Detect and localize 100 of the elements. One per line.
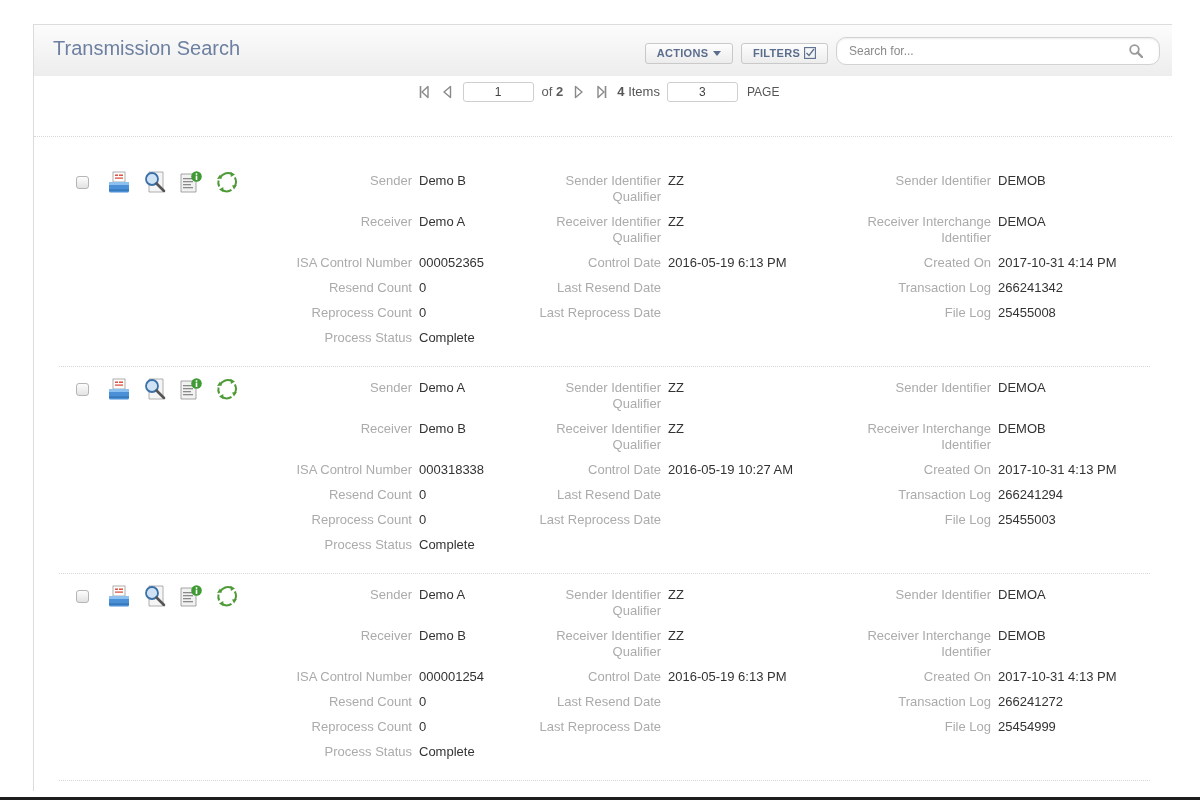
tray-icon[interactable] — [108, 378, 130, 400]
tray-icon[interactable] — [108, 171, 130, 193]
field-value: 0 — [419, 694, 427, 710]
field-label: Last Reprocess Date — [539, 719, 661, 735]
field-label: Reprocess Count — [311, 719, 412, 735]
refresh-icon[interactable] — [216, 378, 238, 400]
next-icon[interactable] — [574, 85, 585, 99]
search-icon[interactable] — [1129, 43, 1143, 58]
field-value: 2017-10-31 4:14 PM — [998, 255, 1117, 271]
field-label: Sender — [370, 380, 412, 396]
field-label: Transaction Log — [898, 487, 991, 503]
field-value: DEMOA — [998, 587, 1046, 603]
tray-icon[interactable] — [108, 585, 130, 607]
page-title: Transmission Search — [53, 36, 241, 60]
field-label: Receiver Identifier Qualifier — [555, 421, 661, 453]
refresh-icon[interactable] — [216, 171, 238, 193]
field-label: Receiver Interchange Identifier — [866, 421, 991, 453]
actions-button[interactable]: ACTIONS — [645, 42, 733, 64]
field-value: Complete — [419, 537, 475, 553]
field-label: Sender Identifier Qualifier — [564, 173, 661, 205]
field-value: 0 — [419, 280, 427, 296]
last-page-icon[interactable] — [597, 85, 608, 99]
field-label: Last Reprocess Date — [539, 512, 661, 528]
field-value: 0 — [419, 512, 427, 528]
field-label: Receiver Interchange Identifier — [866, 628, 991, 660]
field-value: 2017-10-31 4:13 PM — [998, 669, 1117, 685]
search-field[interactable]: Search for... — [836, 36, 1160, 65]
refresh-icon[interactable] — [216, 585, 238, 607]
field-value: ZZ — [668, 421, 684, 437]
field-label: Last Reprocess Date — [539, 305, 661, 321]
field-value: 0 — [419, 719, 427, 735]
checkbox[interactable] — [76, 589, 89, 603]
field-label: ISA Control Number — [296, 669, 412, 685]
page-count: of 2 — [541, 83, 564, 102]
field-label: Resend Count — [328, 487, 412, 503]
field-label: Process Status — [324, 744, 412, 760]
field-value: DEMOA — [998, 214, 1046, 230]
field-value: Demo B — [419, 421, 466, 437]
field-value: 000318338 — [419, 462, 485, 478]
field-label: File Log — [944, 512, 991, 528]
page-size-label: PAGE — [746, 84, 780, 101]
field-value: ZZ — [668, 173, 684, 189]
field-value: ZZ — [668, 214, 684, 230]
field-label: Control Date — [588, 669, 661, 685]
page-size-field[interactable]: 3 — [666, 82, 738, 102]
field-label: Sender Identifier — [895, 173, 991, 189]
field-value: ZZ — [668, 628, 684, 644]
field-value: ZZ — [668, 380, 684, 396]
field-value: Demo A — [419, 380, 466, 396]
item-count: 4 Items — [617, 83, 660, 102]
field-label: Sender Identifier — [895, 380, 991, 396]
field-value: 266241294 — [998, 487, 1064, 503]
previous-icon[interactable] — [441, 85, 452, 99]
field-label: Receiver Identifier Qualifier — [555, 628, 661, 660]
checkbox[interactable] — [76, 382, 89, 396]
caret-icon — [713, 50, 722, 56]
field-value: 2017-10-31 4:13 PM — [998, 462, 1117, 478]
field-label: Receiver — [360, 628, 412, 644]
field-label: Transaction Log — [898, 280, 991, 296]
field-label: Last Resend Date — [556, 280, 661, 296]
field-value: 2016-05-19 6:13 PM — [668, 669, 787, 685]
checkbox[interactable] — [76, 175, 89, 189]
field-label: ISA Control Number — [296, 462, 412, 478]
field-value: Demo B — [419, 173, 466, 189]
document-search-icon[interactable] — [144, 171, 166, 193]
document-search-icon[interactable] — [144, 585, 166, 607]
field-value: 25455003 — [998, 512, 1056, 528]
document-info-icon[interactable] — [180, 585, 202, 607]
document-search-icon[interactable] — [144, 378, 166, 400]
field-label: Last Resend Date — [556, 487, 661, 503]
field-value: Demo A — [419, 214, 466, 230]
field-label: Created On — [923, 255, 991, 271]
checkbox-icon — [804, 47, 817, 59]
field-label: File Log — [944, 305, 991, 321]
document-info-icon[interactable] — [180, 171, 202, 193]
field-value: 25455008 — [998, 305, 1056, 321]
field-value: 0 — [419, 487, 427, 503]
first-page-icon[interactable] — [418, 85, 429, 99]
field-label: Sender Identifier Qualifier — [564, 380, 661, 412]
field-label: Receiver — [360, 214, 412, 230]
page-number-field[interactable]: 1 — [462, 82, 534, 102]
field-value: 0 — [419, 305, 427, 321]
document-info-icon[interactable] — [180, 378, 202, 400]
field-value: 266241342 — [998, 280, 1064, 296]
field-label: Receiver Interchange Identifier — [866, 214, 991, 246]
field-label: Control Date — [588, 255, 661, 271]
filters-button[interactable]: FILTERS — [741, 42, 828, 64]
field-label: Last Resend Date — [556, 694, 661, 710]
field-value: 000001254 — [419, 669, 485, 685]
field-label: ISA Control Number — [296, 255, 412, 271]
field-label: Sender — [370, 173, 412, 189]
field-value: DEMOB — [998, 173, 1046, 189]
field-label: Receiver Identifier Qualifier — [555, 214, 661, 246]
field-label: Receiver — [360, 421, 412, 437]
field-label: Created On — [923, 669, 991, 685]
field-label: Control Date — [588, 462, 661, 478]
field-label: Reprocess Count — [311, 512, 412, 528]
field-value: 000052365 — [419, 255, 485, 271]
field-value: Complete — [419, 744, 475, 760]
field-value: 2016-05-19 6:13 PM — [668, 255, 787, 271]
